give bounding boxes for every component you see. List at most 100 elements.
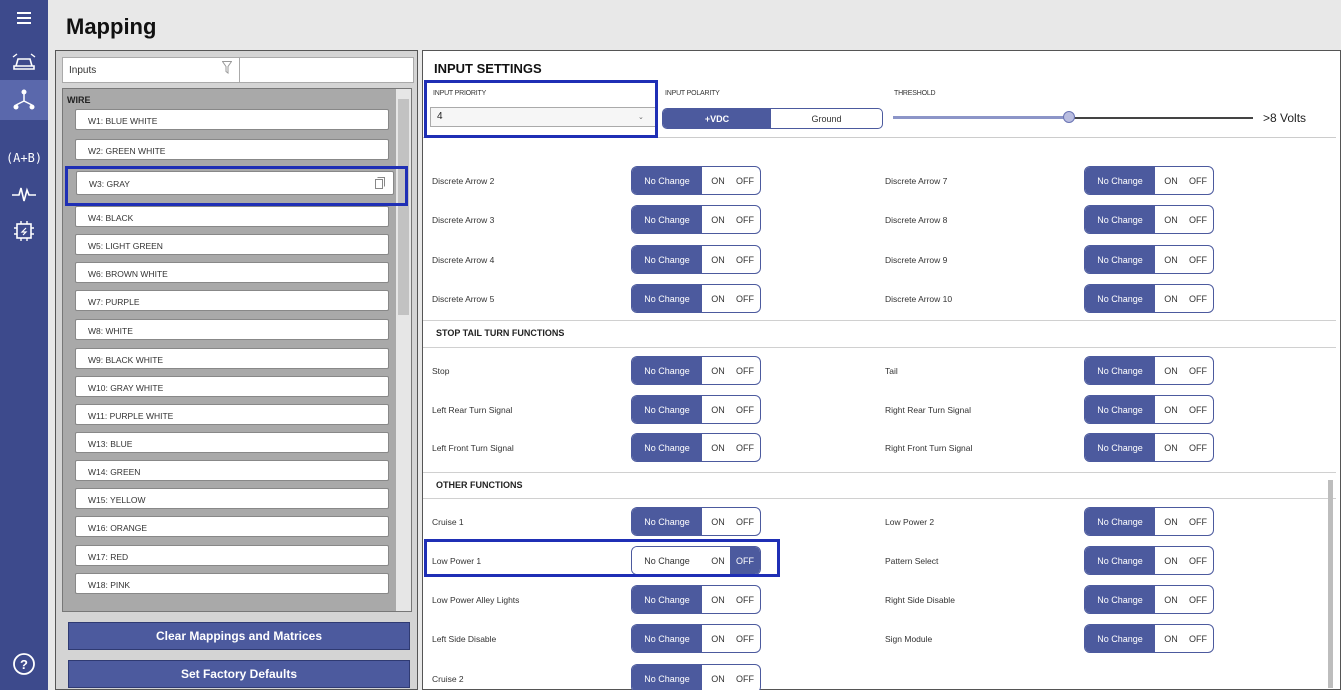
no-change-option[interactable]: No Change (1085, 625, 1155, 652)
wire-list-item[interactable]: W4: BLACK (75, 206, 389, 227)
on-option[interactable]: ON (704, 434, 732, 461)
on-option[interactable]: ON (704, 285, 732, 312)
wire-list-scroll-thumb[interactable] (398, 99, 409, 315)
no-change-option[interactable]: No Change (632, 586, 702, 613)
off-option[interactable]: OFF (730, 396, 760, 423)
chip-icon[interactable] (0, 213, 48, 249)
no-change-option[interactable]: No Change (632, 357, 702, 384)
pulse-waveform-icon[interactable] (0, 176, 48, 212)
off-option[interactable]: OFF (730, 508, 760, 535)
on-option[interactable]: ON (1157, 246, 1185, 273)
wire-list-item[interactable]: W1: BLUE WHITE (75, 109, 389, 130)
no-change-option[interactable]: No Change (1085, 357, 1155, 384)
on-option[interactable]: ON (1157, 396, 1185, 423)
no-change-option[interactable]: No Change (632, 285, 702, 312)
page-title: Mapping (66, 14, 157, 39)
wire-list-item[interactable]: W13: BLUE (75, 432, 389, 453)
on-option[interactable]: ON (704, 206, 732, 233)
on-option[interactable]: ON (704, 625, 732, 652)
on-option[interactable]: ON (1157, 508, 1185, 535)
no-change-option[interactable]: No Change (632, 508, 702, 535)
on-option[interactable]: ON (704, 167, 732, 194)
off-option[interactable]: OFF (1183, 396, 1213, 423)
no-change-option[interactable]: No Change (1085, 508, 1155, 535)
off-option[interactable]: OFF (1183, 167, 1213, 194)
wire-list-item[interactable]: W18: PINK (75, 573, 389, 594)
no-change-option[interactable]: No Change (632, 167, 702, 194)
hamburger-menu-icon[interactable] (0, 0, 48, 36)
on-option[interactable]: ON (1157, 547, 1185, 574)
help-circle-icon[interactable]: ? (0, 646, 48, 682)
no-change-option[interactable]: No Change (632, 206, 702, 233)
wire-list-item[interactable]: W17: RED (75, 545, 389, 566)
no-change-option[interactable]: No Change (1085, 246, 1155, 273)
filter-icon[interactable] (221, 61, 233, 79)
wire-list-item[interactable]: W2: GREEN WHITE (75, 139, 389, 160)
off-option[interactable]: OFF (730, 665, 760, 690)
clear-mappings-button[interactable]: Clear Mappings and Matrices (68, 622, 410, 650)
wire-list-item[interactable]: W7: PURPLE (75, 290, 389, 311)
no-change-option[interactable]: No Change (632, 396, 702, 423)
on-option[interactable]: ON (704, 357, 732, 384)
wire-list-item[interactable]: W14: GREEN (75, 460, 389, 481)
wire-list-item[interactable]: W11: PURPLE WHITE (75, 404, 389, 425)
no-change-option[interactable]: No Change (632, 246, 702, 273)
a-plus-b-icon[interactable]: (A+B) (0, 140, 48, 176)
wire-list-item[interactable]: W6: BROWN WHITE (75, 262, 389, 283)
off-option[interactable]: OFF (1183, 625, 1213, 652)
on-option[interactable]: ON (1157, 206, 1185, 233)
no-change-option[interactable]: No Change (1085, 285, 1155, 312)
on-option[interactable]: ON (1157, 625, 1185, 652)
on-option[interactable]: ON (1157, 357, 1185, 384)
off-option[interactable]: OFF (1183, 285, 1213, 312)
no-change-option[interactable]: No Change (1085, 434, 1155, 461)
on-option[interactable]: ON (704, 508, 732, 535)
off-option[interactable]: OFF (730, 246, 760, 273)
on-option[interactable]: ON (1157, 434, 1185, 461)
no-change-option[interactable]: No Change (1085, 167, 1155, 194)
input-type-dropdown[interactable]: Inputs (62, 57, 240, 83)
off-option[interactable]: OFF (730, 625, 760, 652)
polarity-vdc-option[interactable]: +VDC (663, 109, 771, 128)
off-option[interactable]: OFF (1183, 508, 1213, 535)
no-change-option[interactable]: No Change (1085, 586, 1155, 613)
settings-scrollbar[interactable] (1328, 480, 1333, 688)
no-change-option[interactable]: No Change (632, 665, 702, 690)
search-field[interactable] (240, 57, 414, 83)
vehicle-icon[interactable] (0, 44, 48, 80)
set-factory-defaults-button[interactable]: Set Factory Defaults (68, 660, 410, 688)
off-option[interactable]: OFF (730, 206, 760, 233)
off-option[interactable]: OFF (730, 586, 760, 613)
on-option[interactable]: ON (704, 246, 732, 273)
off-option[interactable]: OFF (1183, 434, 1213, 461)
on-option[interactable]: ON (1157, 586, 1185, 613)
off-option[interactable]: OFF (1183, 547, 1213, 574)
on-option[interactable]: ON (1157, 285, 1185, 312)
off-option[interactable]: OFF (1183, 357, 1213, 384)
polarity-ground-option[interactable]: Ground (771, 109, 882, 128)
wire-list-item[interactable]: W5: LIGHT GREEN (75, 234, 389, 255)
off-option[interactable]: OFF (1183, 246, 1213, 273)
wire-list-item[interactable]: W16: ORANGE (75, 516, 389, 537)
off-option[interactable]: OFF (730, 285, 760, 312)
off-option[interactable]: OFF (1183, 206, 1213, 233)
no-change-option[interactable]: No Change (1085, 547, 1155, 574)
off-option[interactable]: OFF (730, 434, 760, 461)
off-option[interactable]: OFF (730, 357, 760, 384)
mapping-network-icon[interactable] (0, 80, 48, 120)
function-state-toggle: No Change ON OFF (631, 166, 761, 195)
wire-list-item[interactable]: W15: YELLOW (75, 488, 389, 509)
on-option[interactable]: ON (704, 396, 732, 423)
wire-list-item[interactable]: W10: GRAY WHITE (75, 376, 389, 397)
on-option[interactable]: ON (704, 586, 732, 613)
wire-list-item[interactable]: W9: BLACK WHITE (75, 348, 389, 369)
no-change-option[interactable]: No Change (632, 625, 702, 652)
no-change-option[interactable]: No Change (1085, 396, 1155, 423)
on-option[interactable]: ON (704, 665, 732, 690)
off-option[interactable]: OFF (1183, 586, 1213, 613)
wire-list-item[interactable]: W8: WHITE (75, 319, 389, 340)
off-option[interactable]: OFF (730, 167, 760, 194)
on-option[interactable]: ON (1157, 167, 1185, 194)
no-change-option[interactable]: No Change (1085, 206, 1155, 233)
no-change-option[interactable]: No Change (632, 434, 702, 461)
